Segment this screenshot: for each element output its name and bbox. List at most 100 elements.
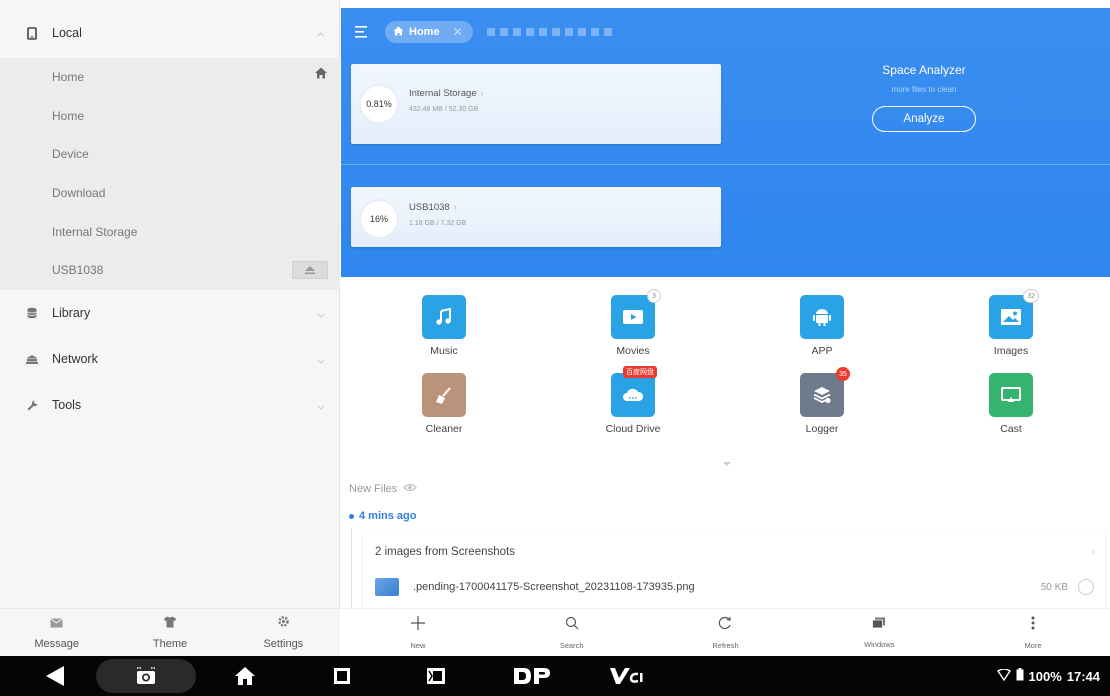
app-shortcut-icon[interactable] bbox=[424, 656, 448, 696]
select-checkbox[interactable] bbox=[1078, 579, 1094, 595]
vci-app-icon[interactable] bbox=[606, 656, 646, 696]
category-cloud-drive[interactable]: 百度网盘 Cloud Drive bbox=[573, 366, 693, 435]
bottom-toolbar: New Search Refresh Windows More bbox=[341, 608, 1110, 656]
sidebar-item-device[interactable]: Device bbox=[0, 135, 340, 174]
storage-name: Internal Storage › bbox=[409, 88, 484, 99]
message-label: Message bbox=[34, 638, 79, 650]
count-badge: 3 bbox=[647, 289, 661, 303]
category-cast[interactable]: Cast bbox=[951, 373, 1071, 435]
theme-button[interactable]: Theme bbox=[113, 609, 226, 656]
sidebar-item-label: Home bbox=[52, 108, 85, 123]
phone-icon bbox=[24, 25, 40, 41]
expand-categories-icon[interactable] bbox=[722, 454, 732, 472]
analyze-button[interactable]: Analyze bbox=[872, 106, 976, 132]
usb-storage-card[interactable]: 16% USB1038 › 1.18 GB / 7.32 GB bbox=[351, 187, 721, 247]
wifi-icon bbox=[996, 667, 1011, 684]
category-cleaner[interactable]: Cleaner bbox=[384, 373, 504, 435]
category-movies[interactable]: 3 Movies bbox=[573, 289, 693, 357]
category-logger[interactable]: 35 Logger bbox=[762, 367, 882, 435]
windows-label: Windows bbox=[864, 640, 895, 649]
category-label: Logger bbox=[805, 423, 839, 435]
usage-ring: 16% bbox=[359, 199, 399, 239]
sidebar-section-label: Network bbox=[52, 352, 98, 366]
sidebar-section-tools[interactable]: Tools bbox=[0, 382, 340, 428]
screenshot-button[interactable] bbox=[96, 656, 196, 696]
main-panel: Home ✕ 0.81% Internal Storage › 432.48 MB… bbox=[341, 8, 1110, 656]
camera-icon bbox=[96, 659, 196, 693]
time-label: 4 mins ago bbox=[359, 510, 417, 522]
internal-storage-card[interactable]: 0.81% Internal Storage › 432.48 MB / 52.3… bbox=[351, 64, 721, 144]
sidebar-section-network[interactable]: Network bbox=[0, 336, 340, 382]
category-music[interactable]: Music bbox=[384, 295, 504, 357]
sidebar-section-local[interactable]: Local bbox=[0, 10, 340, 56]
status-area: 100% 17:44 bbox=[996, 656, 1100, 696]
wrench-icon bbox=[24, 397, 40, 413]
chevron-down-icon bbox=[316, 307, 326, 318]
new-button[interactable]: New bbox=[341, 609, 495, 656]
eye-icon[interactable] bbox=[403, 483, 418, 495]
tab-label: Home bbox=[409, 26, 440, 38]
analyzer-subtitle: more files to clean bbox=[891, 85, 957, 94]
category-app[interactable]: APP bbox=[762, 295, 882, 357]
recents-button[interactable] bbox=[330, 656, 354, 696]
battery-percent: 100% bbox=[1028, 668, 1062, 684]
sidebar-item-usb1038[interactable]: USB1038 bbox=[0, 251, 340, 290]
mail-icon bbox=[50, 615, 63, 633]
sidebar-item-internal-storage[interactable]: Internal Storage bbox=[0, 212, 340, 251]
cloud-icon: 百度网盘 bbox=[611, 366, 657, 417]
recent-files-card[interactable]: 2 images from Screenshots › .pending-170… bbox=[363, 532, 1105, 618]
shirt-icon bbox=[163, 615, 177, 633]
file-size: 50 KB bbox=[1040, 581, 1068, 593]
search-label: Search bbox=[559, 640, 584, 650]
gear-icon bbox=[277, 615, 290, 633]
message-button[interactable]: Message bbox=[0, 609, 113, 656]
divider bbox=[341, 164, 1110, 165]
settings-button[interactable]: Settings bbox=[227, 609, 340, 656]
refresh-button[interactable]: Refresh bbox=[649, 609, 803, 656]
back-button[interactable] bbox=[40, 656, 70, 696]
image-thumbnail bbox=[375, 578, 399, 596]
home-icon[interactable] bbox=[314, 66, 328, 83]
usage-ring: 0.81% bbox=[359, 84, 399, 124]
dp-app-icon[interactable] bbox=[510, 656, 554, 696]
category-label: Cast bbox=[1000, 423, 1022, 435]
sidebar-item-home[interactable]: Home bbox=[0, 58, 340, 97]
sidebar: Local Home Home Device Download Internal… bbox=[0, 0, 340, 656]
more-button[interactable]: More bbox=[956, 609, 1110, 656]
count-badge: 32 bbox=[1023, 289, 1039, 303]
windows-button[interactable]: Windows bbox=[802, 609, 956, 656]
close-tab-icon[interactable]: ✕ bbox=[453, 25, 463, 39]
sidebar-section-label: Local bbox=[52, 26, 82, 40]
network-icon bbox=[24, 351, 40, 367]
sidebar-item-label: Download bbox=[52, 186, 106, 201]
group-title: 2 images from Screenshots bbox=[375, 546, 515, 558]
count-badge: 35 bbox=[836, 367, 850, 381]
storage-header: Home ✕ 0.81% Internal Storage › 432.48 MB… bbox=[341, 8, 1110, 277]
sidebar-section-library[interactable]: Library bbox=[0, 290, 340, 336]
storage-usage: 432.48 MB / 52.30 GB bbox=[409, 106, 479, 113]
sidebar-item-download[interactable]: Download bbox=[0, 174, 340, 213]
search-button[interactable]: Search bbox=[495, 609, 649, 656]
sidebar-bottom-bar: Message Theme Settings bbox=[0, 608, 340, 656]
list-item[interactable]: .pending-1700041175-Screenshot_20231108-… bbox=[375, 574, 1100, 600]
promo-badge: 百度网盘 bbox=[623, 366, 657, 378]
home-nav-button[interactable] bbox=[230, 656, 260, 696]
refresh-icon bbox=[718, 616, 732, 635]
tab-home[interactable]: Home ✕ bbox=[385, 21, 473, 43]
more-label: More bbox=[1024, 640, 1042, 650]
movie-icon: 3 bbox=[611, 289, 661, 339]
refresh-label: Refresh bbox=[712, 640, 739, 650]
chevron-right-icon[interactable]: › bbox=[1091, 546, 1095, 558]
music-icon bbox=[422, 295, 466, 339]
plus-icon bbox=[410, 615, 425, 635]
space-analyzer: Space Analyzer more files to clean Analy… bbox=[859, 63, 989, 132]
image-icon: 32 bbox=[989, 289, 1039, 339]
menu-icon[interactable] bbox=[355, 25, 371, 39]
category-label: Images bbox=[993, 345, 1029, 357]
chevron-up-icon bbox=[316, 27, 326, 37]
sidebar-item-home-2[interactable]: Home bbox=[0, 97, 340, 136]
tab-strip-placeholder bbox=[486, 28, 612, 36]
storage-usage: 1.18 GB / 7.32 GB bbox=[409, 220, 467, 227]
category-images[interactable]: 32 Images bbox=[951, 289, 1071, 357]
eject-icon[interactable] bbox=[292, 260, 328, 279]
